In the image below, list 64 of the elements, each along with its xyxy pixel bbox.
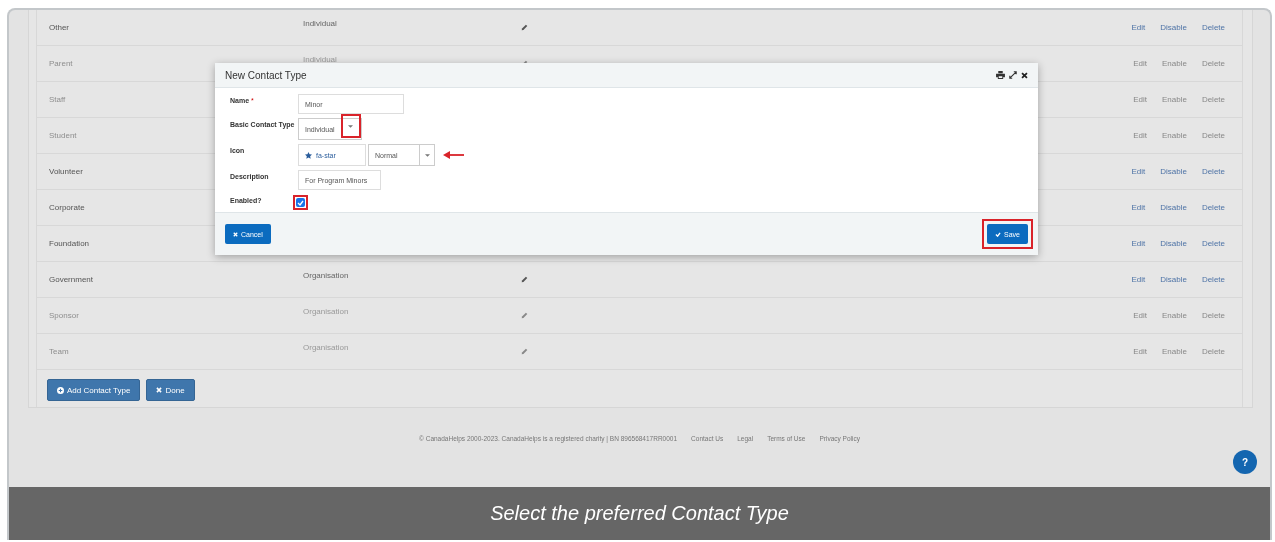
action-link[interactable]: Edit: [1131, 239, 1146, 248]
print-icon[interactable]: [996, 71, 1005, 79]
action-link[interactable]: Delete: [1201, 95, 1225, 104]
contact-type-name: Staff: [49, 95, 66, 104]
basic-type: Organisation: [303, 307, 349, 316]
done-button[interactable]: Done: [146, 379, 195, 401]
basic-type: Individual: [303, 19, 337, 28]
star-icon: [305, 151, 312, 159]
action-link[interactable]: Disable: [1160, 275, 1187, 284]
action-link[interactable]: Edit: [1133, 59, 1147, 68]
pencil-icon[interactable]: [521, 348, 528, 355]
action-link[interactable]: Delete: [1201, 239, 1225, 248]
action-link[interactable]: Enable: [1161, 95, 1187, 104]
action-link[interactable]: Edit: [1131, 203, 1146, 212]
action-link[interactable]: Delete: [1201, 347, 1225, 356]
contact-type-name: Volunteer: [49, 167, 83, 176]
action-link[interactable]: Enable: [1161, 59, 1187, 68]
action-link[interactable]: Delete: [1201, 203, 1225, 212]
help-button[interactable]: ?: [1233, 450, 1257, 474]
action-link[interactable]: Delete: [1201, 275, 1225, 284]
plus-circle-icon: [57, 386, 64, 394]
action-link[interactable]: Delete: [1201, 23, 1225, 32]
caption-text: Select the preferred Contact Type: [490, 502, 789, 525]
contact-type-name: Sponsor: [49, 311, 79, 320]
action-link[interactable]: Disable: [1160, 203, 1187, 212]
action-link[interactable]: Edit: [1131, 275, 1146, 284]
contact-type-name: Team: [49, 347, 69, 356]
action-link[interactable]: Edit: [1131, 23, 1146, 32]
action-link[interactable]: Enable: [1161, 131, 1187, 140]
pencil-icon[interactable]: [521, 24, 528, 31]
close-icon: [156, 387, 163, 393]
action-link[interactable]: Edit: [1133, 131, 1147, 140]
basic-type: Organisation: [303, 271, 349, 280]
contact-type-name: Government: [49, 275, 94, 284]
action-link[interactable]: Edit: [1133, 311, 1147, 320]
action-link[interactable]: Delete: [1201, 167, 1225, 176]
pencil-icon[interactable]: [521, 276, 528, 283]
close-icon: [233, 231, 238, 237]
contact-type-name: Corporate: [49, 203, 85, 212]
check-icon: [995, 231, 1002, 237]
close-icon[interactable]: [1021, 71, 1028, 79]
add-button[interactable]: Add Contact Type: [47, 379, 141, 401]
action-link[interactable]: Delete: [1201, 131, 1225, 140]
caret-icon: [348, 124, 354, 128]
contact-type-name: Student: [49, 131, 77, 140]
action-link[interactable]: Edit: [1131, 167, 1146, 176]
expand-icon[interactable]: [1009, 71, 1017, 79]
action-link[interactable]: Edit: [1133, 347, 1147, 356]
action-link[interactable]: Delete: [1201, 311, 1225, 320]
action-link[interactable]: Disable: [1160, 239, 1187, 248]
action-link[interactable]: Disable: [1160, 23, 1187, 32]
contact-type-name: Parent: [49, 59, 73, 68]
contact-type-name: Other: [49, 23, 69, 32]
caret-icon: [424, 153, 430, 157]
basic-type: Organisation: [303, 343, 349, 352]
contact-type-name: Foundation: [49, 239, 90, 248]
action-link[interactable]: Disable: [1160, 167, 1187, 176]
dialog-title: New Contact Type: [225, 69, 307, 81]
basic-type: Individual: [303, 55, 337, 64]
pencil-icon[interactable]: [521, 312, 528, 319]
action-link[interactable]: Enable: [1161, 347, 1187, 356]
action-link[interactable]: Edit: [1133, 95, 1147, 104]
action-link[interactable]: Enable: [1161, 311, 1187, 320]
action-link[interactable]: Delete: [1201, 59, 1225, 68]
